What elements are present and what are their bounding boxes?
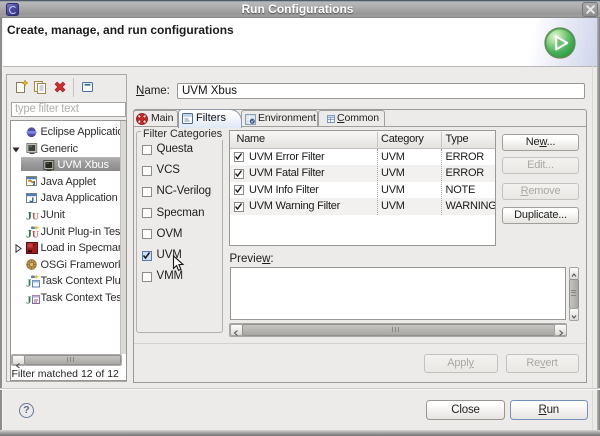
svg-text:J: J bbox=[26, 295, 32, 306]
svg-text:U: U bbox=[32, 213, 39, 222]
svg-text:U: U bbox=[32, 230, 39, 239]
svg-text:J: J bbox=[26, 278, 32, 289]
